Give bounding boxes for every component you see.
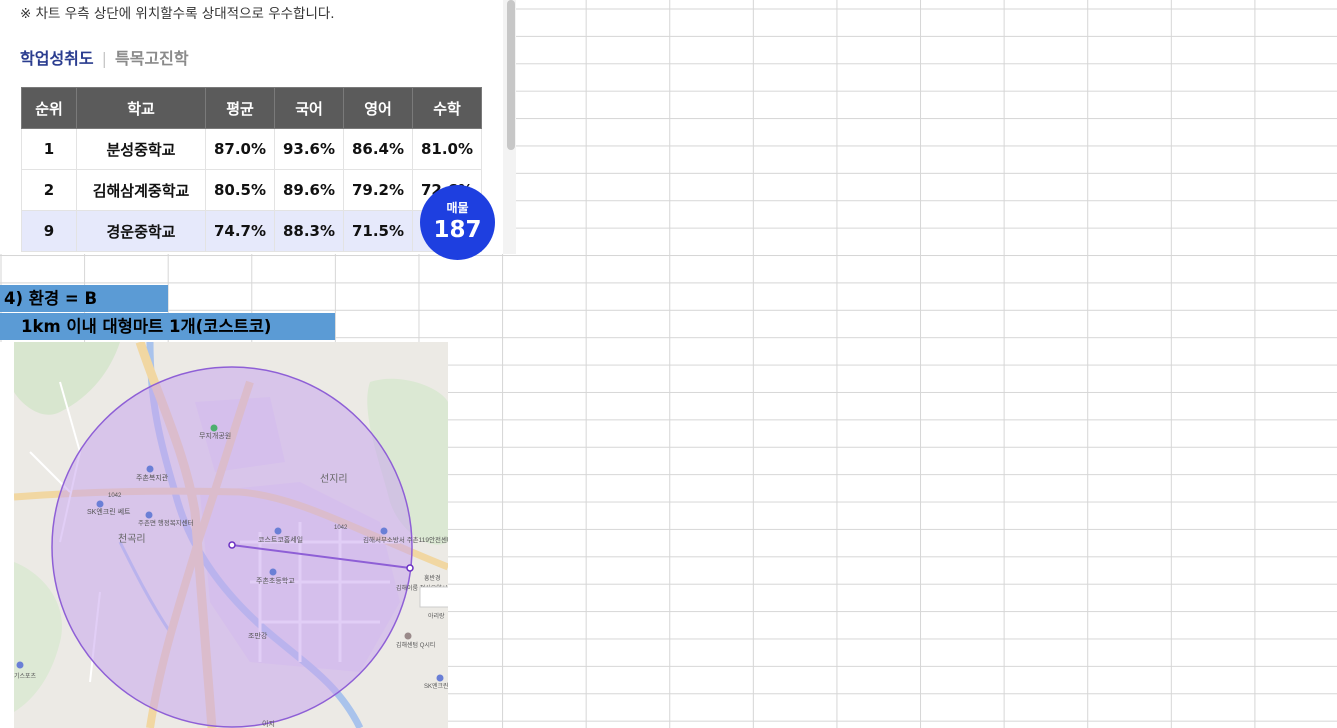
map-label-costco: 코스트코홈세일 <box>258 535 303 544</box>
map-label-seonji: 선지리 <box>320 473 348 485</box>
cell-math: 81.0% <box>412 128 482 170</box>
badge-count: 187 <box>433 217 482 243</box>
school-ranking-table: 순위 학교 평균 국어 영어 수학 1 분성중학교 87.0% 93.6% 86… <box>21 87 482 252</box>
poi-marker-icon <box>274 527 282 535</box>
tab-academic-achievement[interactable]: 학업성취도 <box>20 49 94 68</box>
map-label-gimhae2: 김해센텀 Q시티 <box>396 641 435 649</box>
cell-school: 경운중학교 <box>76 210 206 252</box>
table-row-highlighted[interactable]: 9 경운중학교 74.7% 88.3% 71.5% <box>21 210 482 252</box>
map-label-sk-lpg: SK엔크린 LPG <box>424 682 448 690</box>
table-row[interactable]: 2 김해삼계중학교 80.5% 89.6% 79.2% 72.6% <box>21 169 482 211</box>
header-average: 평균 <box>205 87 275 129</box>
map-label-cheongok: 천곡리 <box>118 533 146 545</box>
map-label-welfare: 주촌복지관 <box>136 473 169 482</box>
tab-special-high-school[interactable]: 특목고진학 <box>115 49 189 68</box>
poi-marker-icon <box>436 674 444 682</box>
cell-average: 74.7% <box>205 210 275 252</box>
tab-separator: | <box>101 49 107 68</box>
cell-english: 71.5% <box>343 210 413 252</box>
listing-count-badge[interactable]: 매물 187 <box>420 185 495 260</box>
map-image: 무지개공원 주촌복지관 SK엔크린 쎄트 주촌면 행정복지센터 천곡리 선지리 … <box>0 342 448 728</box>
scrollbar-thumb[interactable] <box>507 0 515 150</box>
poi-marker-icon <box>269 568 277 576</box>
header-math: 수학 <box>412 87 482 129</box>
header-english: 영어 <box>343 87 413 129</box>
table-row[interactable]: 1 분성중학교 87.0% 93.6% 86.4% 81.0% <box>21 128 482 170</box>
poi-marker-icon <box>380 527 388 535</box>
cell-rank: 2 <box>21 169 77 211</box>
cell-school: 김해삼계중학교 <box>76 169 206 211</box>
map-label-route-1042: 1042 <box>108 493 122 499</box>
environment-grade-cell[interactable]: 4) 환경 = B <box>0 285 168 312</box>
map-label-distance: 흥반경 <box>424 574 441 582</box>
radius-handle[interactable] <box>406 564 414 572</box>
header-rank: 순위 <box>21 87 77 129</box>
distance-tooltip <box>419 586 448 608</box>
map-label-route-1042: 1042 <box>334 525 348 531</box>
map-label-jugok: 주촌면 행정복지센터 <box>138 518 194 527</box>
cell-english: 79.2% <box>343 169 413 211</box>
map-label-park: 무지개공원 <box>199 431 231 440</box>
poi-marker-icon <box>146 465 154 473</box>
poi-marker-icon <box>96 500 104 508</box>
map-label-joman: 조만강 <box>248 631 268 640</box>
cell-average: 80.5% <box>205 169 275 211</box>
map-label-school: 주촌초등학교 <box>256 576 295 585</box>
park-marker-icon <box>210 424 218 432</box>
map-canvas: 무지개공원 주촌복지관 SK엔크린 쎄트 주촌면 행정복지센터 천곡리 선지리 … <box>0 342 448 728</box>
table-header-row: 순위 학교 평균 국어 영어 수학 <box>21 87 482 129</box>
cell-korean: 93.6% <box>274 128 344 170</box>
map-label-fire: 김해서부소방서 주촌119안전센터 <box>363 535 448 544</box>
map-label-gasoline: 기스포츠 <box>14 672 37 680</box>
cell-korean: 89.6% <box>274 169 344 211</box>
cell-english: 86.4% <box>343 128 413 170</box>
poi-marker-icon <box>404 632 412 640</box>
cell-rank: 1 <box>21 128 77 170</box>
poi-marker-icon <box>16 661 24 669</box>
cell-korean: 88.3% <box>274 210 344 252</box>
header-korean: 국어 <box>274 87 344 129</box>
map-label-ichi: 이지 <box>262 719 275 728</box>
environment-detail-cell[interactable]: 1km 이내 대형마트 1개(코스트코) <box>0 313 335 340</box>
poi-marker-icon <box>145 511 153 519</box>
map-label-arirang: 아리랑 <box>428 612 445 620</box>
map-label-sk: SK엔크린 쎄트 <box>87 507 131 516</box>
cell-rank: 9 <box>21 210 77 252</box>
chart-notice: ※ 차트 우측 상단에 위치할수록 상대적으로 우수합니다. <box>20 6 335 22</box>
cell-average: 87.0% <box>205 128 275 170</box>
tab-bar: 학업성취도 | 특목고진학 <box>20 45 189 69</box>
map-left-margin <box>0 342 14 728</box>
header-school: 학교 <box>76 87 206 129</box>
badge-label: 매물 <box>446 201 469 215</box>
center-point <box>228 541 236 549</box>
cell-school: 분성중학교 <box>76 128 206 170</box>
